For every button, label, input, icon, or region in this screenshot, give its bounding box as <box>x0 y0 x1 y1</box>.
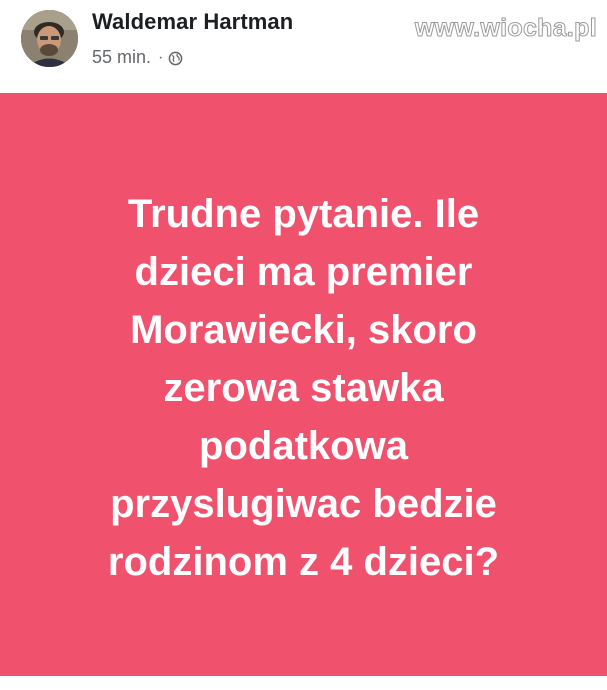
post-time[interactable]: 55 min. <box>92 47 151 68</box>
globe-icon[interactable] <box>168 50 183 66</box>
facebook-post: Waldemar Hartman 55 min. · www.wiocha.pl… <box>0 0 607 690</box>
watermark: www.wiocha.pl <box>414 14 597 43</box>
post-background: Trudne pytanie. Ile dzieci ma premier Mo… <box>0 93 607 676</box>
post-footer-edge <box>0 676 607 690</box>
post-header: Waldemar Hartman 55 min. · www.wiocha.pl <box>0 0 607 88</box>
author-name[interactable]: Waldemar Hartman <box>92 9 293 35</box>
meta-separator: · <box>158 48 164 66</box>
post-meta: 55 min. · <box>92 47 183 68</box>
avatar-photo <box>21 10 78 67</box>
post-text: Trudne pytanie. Ile dzieci ma premier Mo… <box>107 191 500 584</box>
avatar[interactable] <box>21 10 78 67</box>
